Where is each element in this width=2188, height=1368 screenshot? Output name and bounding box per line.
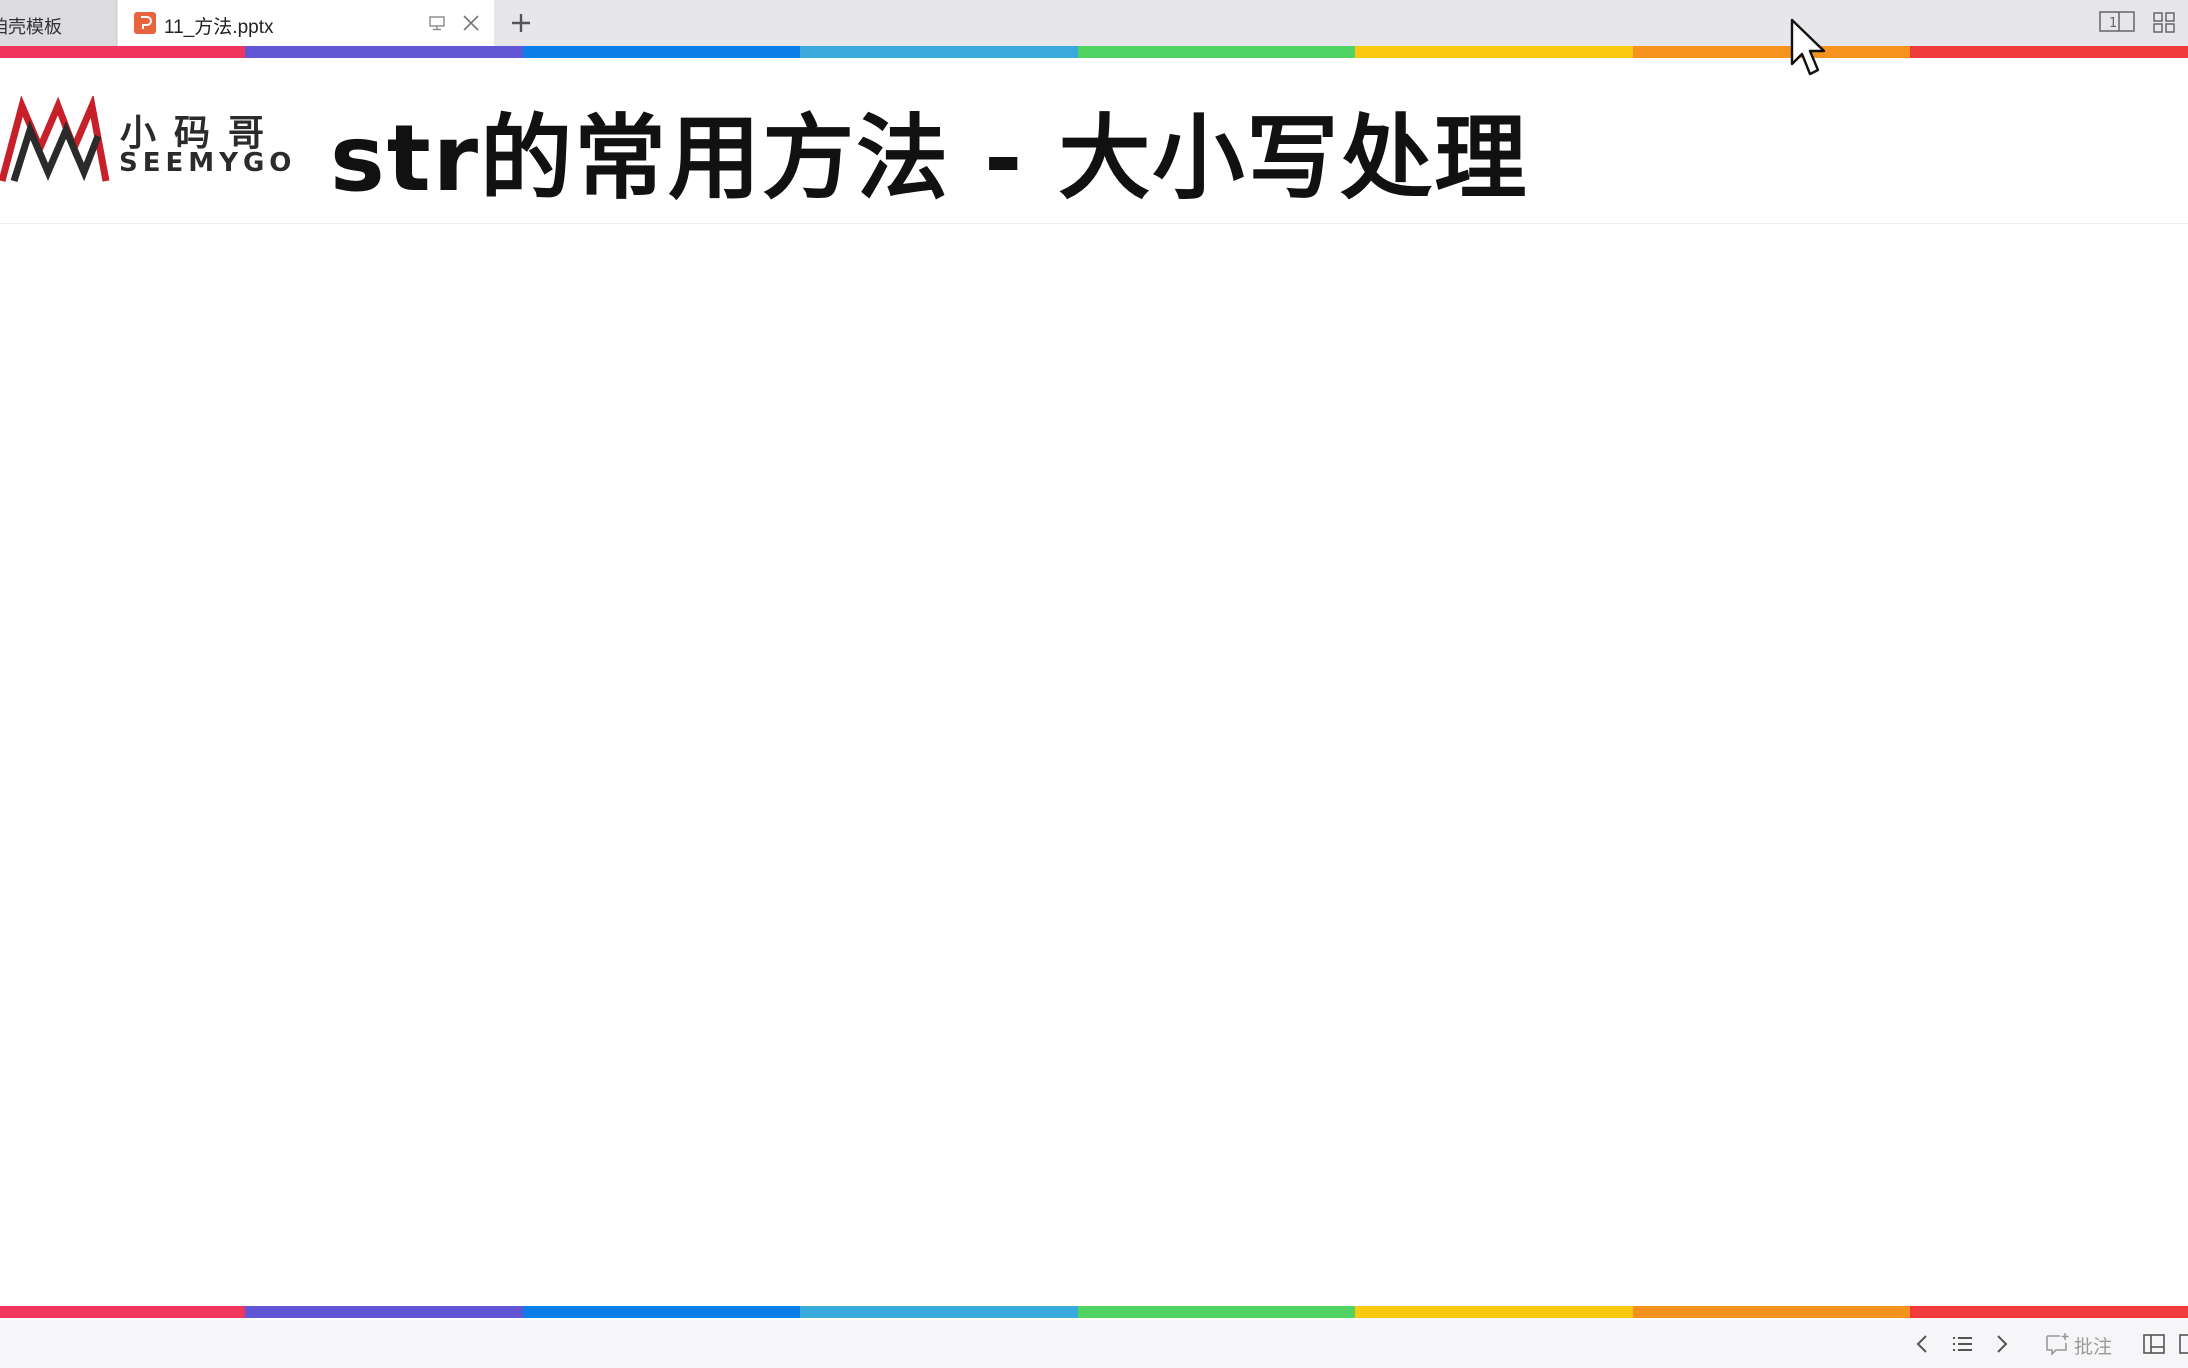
stripe-segment (245, 46, 523, 58)
stripe-segment (522, 1306, 801, 1318)
rainbow-stripe-bottom (0, 1306, 2188, 1318)
header-divider (0, 223, 2188, 224)
plus-icon[interactable] (508, 10, 534, 36)
stripe-segment (245, 1306, 523, 1318)
mouse-cursor-icon (1790, 18, 1830, 87)
chevron-right-icon[interactable] (1992, 1332, 2012, 1361)
stripe-segment (1077, 1306, 1356, 1318)
normal-view-icon[interactable] (2142, 1332, 2166, 1361)
list-icon[interactable] (1950, 1332, 1974, 1361)
stripe-segment (0, 1306, 245, 1318)
stripe-segment (800, 46, 1078, 58)
stripe-segment (1910, 1306, 2188, 1318)
tab-bar: 咱壳模板 11_方法.pptx (0, 0, 2188, 46)
tab-inactive[interactable]: 咱壳模板 (0, 0, 117, 46)
present-icon[interactable] (428, 14, 446, 37)
stripe-segment (1355, 46, 1633, 58)
stripe-segment (800, 1306, 1078, 1318)
tab-label: 咱壳模板 (0, 17, 62, 37)
reading-view-icon[interactable]: 1 (2098, 9, 2136, 40)
stripe-segment (1632, 46, 1911, 58)
rainbow-stripe-top (0, 46, 2188, 58)
tab-active[interactable]: 11_方法.pptx (118, 0, 494, 46)
seemygo-logo-icon (0, 94, 110, 191)
stripe-segment (0, 46, 245, 58)
chevron-left-icon[interactable] (1912, 1332, 1932, 1361)
stripe-segment (1355, 1306, 1633, 1318)
slide-title: str的常用方法 - 大小写处理 (330, 105, 1529, 212)
view-icon[interactable] (2178, 1332, 2188, 1361)
pptx-file-icon (134, 12, 156, 34)
stripe-segment (1632, 1306, 1911, 1318)
svg-text:1: 1 (2109, 16, 2117, 31)
comment-button[interactable]: 批注 (2074, 1332, 2112, 1359)
stripe-segment (522, 46, 801, 58)
logo-text-en: SEEMYGO (119, 148, 297, 178)
status-bar: 批注 (0, 1320, 2188, 1368)
comment-icon[interactable] (2044, 1332, 2070, 1361)
grid-icon[interactable] (2152, 9, 2176, 40)
stripe-segment (1077, 46, 1356, 58)
stripe-segment (1910, 46, 2188, 58)
close-icon[interactable] (460, 12, 482, 39)
tab-label: 11_方法.pptx (164, 17, 274, 38)
